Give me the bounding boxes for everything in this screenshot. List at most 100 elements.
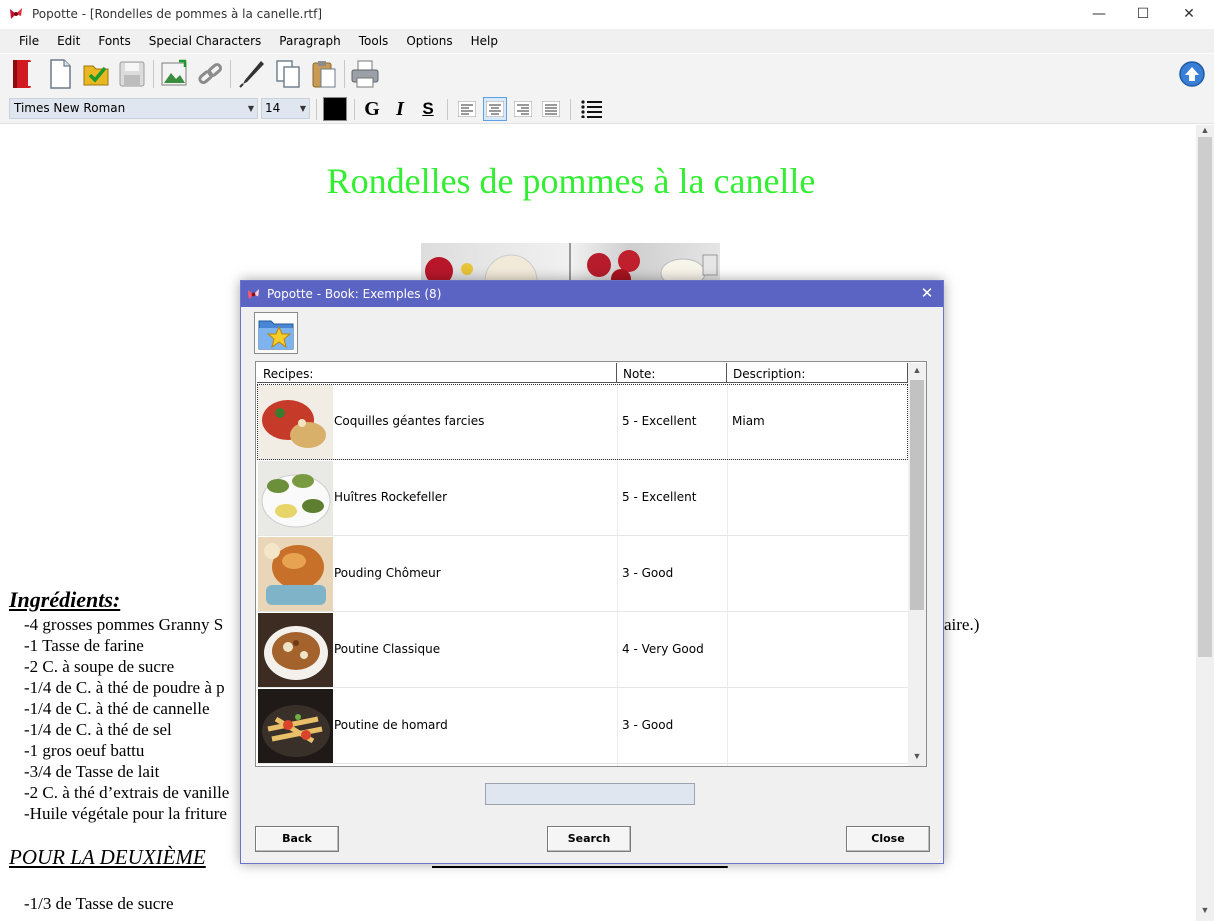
align-right-button[interactable] — [511, 97, 535, 121]
scroll-up-icon[interactable]: ▲ — [1196, 125, 1214, 137]
column-header-description[interactable]: Description: — [727, 363, 908, 383]
ingredient-line: -1 Tasse de farine — [24, 636, 144, 655]
format-separator — [316, 99, 317, 120]
menu-paragraph[interactable]: Paragraph — [270, 34, 349, 48]
align-center-icon — [486, 101, 504, 117]
justify-icon — [542, 101, 560, 117]
copy-button[interactable] — [272, 57, 304, 91]
menu-tools[interactable]: Tools — [350, 34, 398, 48]
document-scrollbar[interactable]: ▲ ▼ — [1196, 125, 1214, 921]
recipe-thumbnail — [258, 537, 333, 611]
search-button[interactable]: Search — [547, 826, 631, 852]
bold-button[interactable]: G — [360, 97, 384, 121]
strike-label: S — [422, 99, 434, 118]
bullet-list-button[interactable] — [580, 97, 604, 121]
ingredient-line: -2 C. à soupe de sucre — [24, 657, 175, 676]
list-scrollbar[interactable]: ▲ ▼ — [908, 363, 926, 766]
chevron-down-icon: ▼ — [247, 104, 254, 113]
justify-button[interactable] — [539, 97, 563, 121]
align-left-icon — [458, 101, 476, 117]
print-icon — [351, 60, 379, 88]
window-titlebar: Popotte - [Rondelles de pommes à la cane… — [0, 0, 1214, 28]
upload-button[interactable] — [1176, 57, 1208, 91]
pen-icon — [239, 61, 264, 88]
popotte-app-icon — [10, 8, 22, 19]
open-button[interactable] — [80, 57, 112, 91]
toolbar-separator — [230, 60, 231, 88]
maximize-button[interactable]: ☐ — [1120, 0, 1166, 28]
scroll-thumb[interactable] — [1198, 137, 1212, 657]
scroll-thumb[interactable] — [910, 380, 924, 610]
font-family-select[interactable]: Times New Roman ▼ — [9, 98, 258, 119]
draw-button[interactable] — [236, 57, 268, 91]
menu-file[interactable]: File — [10, 34, 48, 48]
column-header-recipes[interactable]: Recipes: — [257, 363, 617, 383]
recipe-list[interactable]: Recipes: Note: Description: Coquilles gé… — [255, 361, 927, 767]
italic-label: I — [396, 97, 404, 120]
ingredient-line: -4 grosses pommes Granny S — [24, 615, 224, 634]
italic-button[interactable]: I — [388, 97, 412, 121]
format-separator — [354, 99, 355, 120]
print-button[interactable] — [349, 57, 381, 91]
table-row[interactable]: Poutine Classique 4 - Very Good — [257, 612, 908, 688]
ingredient-line: -1/4 de C. à thé de sel — [24, 720, 172, 739]
recipe-thumbnail — [258, 461, 333, 535]
column-header-note[interactable]: Note: — [617, 363, 727, 383]
font-family-value: Times New Roman — [14, 101, 126, 115]
align-left-button[interactable] — [455, 97, 479, 121]
minimize-button[interactable]: — — [1076, 0, 1122, 28]
new-document-button[interactable] — [44, 57, 76, 91]
scroll-down-icon[interactable]: ▼ — [1196, 905, 1214, 917]
font-size-select[interactable]: 14 ▼ — [261, 98, 310, 119]
recipe-name: Poutine Classique — [334, 642, 441, 656]
menu-special-characters[interactable]: Special Characters — [140, 34, 271, 48]
upload-icon — [1179, 61, 1205, 87]
recipe-note: 5 - Excellent — [622, 490, 697, 504]
paste-button[interactable] — [308, 57, 340, 91]
bold-label: G — [364, 97, 380, 120]
insert-image-button[interactable] — [158, 57, 190, 91]
table-row[interactable]: Coquilles géantes farcies 5 - Excellent … — [257, 384, 908, 460]
strikethrough-button[interactable]: S — [416, 97, 440, 121]
close-button[interactable]: Close — [846, 826, 930, 852]
save-button[interactable] — [116, 57, 148, 91]
new-page-icon — [50, 59, 71, 89]
ingredient-line-tail: aire.) — [944, 615, 980, 634]
list-header: Recipes: Note: Description: — [257, 363, 908, 383]
table-row[interactable]: Poutine de homard 3 - Good — [257, 688, 908, 764]
format-separator — [570, 99, 571, 120]
toolbar-separator — [344, 60, 345, 88]
ingredient-line: -Huile végétale pour la friture — [24, 804, 227, 823]
align-center-button[interactable] — [483, 97, 507, 121]
save-icon — [119, 61, 145, 87]
ingredient-line: -3/4 de Tasse de lait — [24, 762, 160, 781]
book-icon — [13, 60, 31, 88]
menu-help[interactable]: Help — [462, 34, 507, 48]
recipe-name: Coquilles géantes farcies — [334, 414, 485, 428]
recipe-note: 4 - Very Good — [622, 642, 704, 656]
section2-line: -1/3 de Tasse de sucre — [24, 894, 174, 913]
close-window-button[interactable]: ✕ — [1166, 0, 1212, 28]
scroll-up-icon[interactable]: ▲ — [908, 365, 926, 375]
table-row[interactable]: Pouding Chômeur 3 - Good — [257, 536, 908, 612]
recipe-thumbnail — [258, 689, 333, 763]
ingredient-line: -2 C. à thé d’extrais de vanille — [24, 783, 230, 802]
font-size-value: 14 — [265, 101, 281, 115]
table-row[interactable]: Huîtres Rockefeller 5 - Excellent — [257, 460, 908, 536]
dialog-close-button[interactable]: ✕ — [917, 284, 937, 304]
text-color-button[interactable] — [323, 97, 347, 121]
link-button[interactable] — [194, 57, 226, 91]
recipe-note: 3 - Good — [622, 566, 674, 580]
menu-options[interactable]: Options — [397, 34, 461, 48]
search-input[interactable] — [485, 783, 695, 805]
back-button[interactable]: Back — [255, 826, 339, 852]
scroll-down-icon[interactable]: ▼ — [908, 751, 926, 761]
book-button[interactable] — [6, 57, 38, 91]
book-dialog: Popotte - Book: Exemples (8) ✕ Recipes: … — [240, 280, 944, 864]
favorites-folder-button[interactable] — [254, 312, 298, 354]
menu-edit[interactable]: Edit — [48, 34, 89, 48]
recipe-photo — [421, 243, 720, 283]
recipe-name: Poutine de homard — [334, 718, 448, 732]
window-title: Popotte - [Rondelles de pommes à la cane… — [32, 7, 323, 21]
menu-fonts[interactable]: Fonts — [89, 34, 139, 48]
